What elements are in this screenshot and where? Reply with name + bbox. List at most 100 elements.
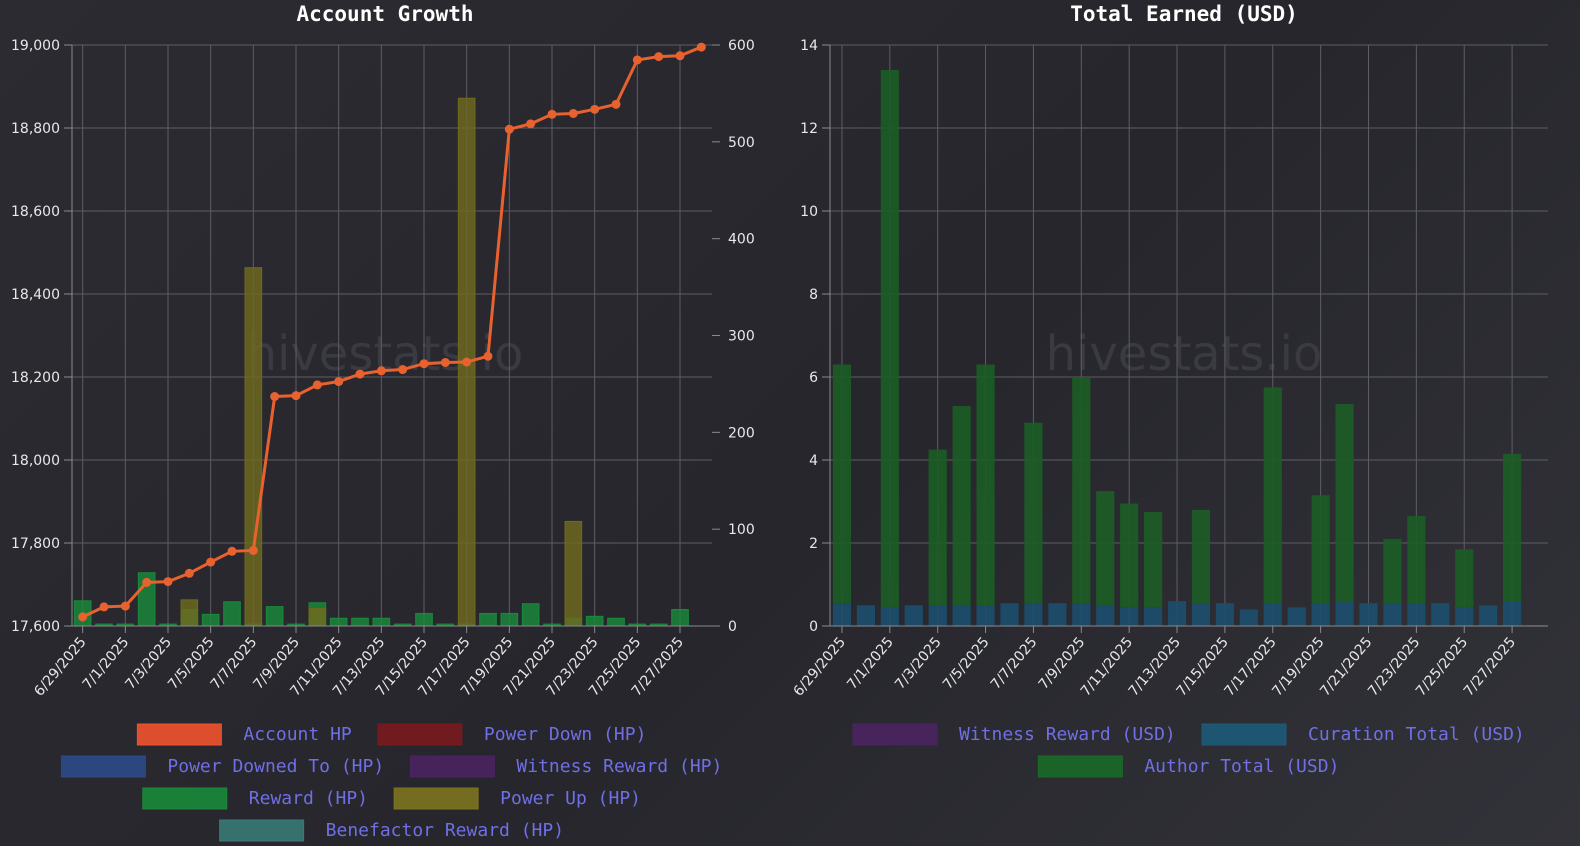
legend-label[interactable]: Power Down (HP) [484, 724, 647, 745]
dashboard-charts: Account Growth hivestats.io 17,600 17,800… [11, 2, 1548, 842]
bar-author-total-usd- [1383, 538, 1402, 604]
legend-label[interactable]: Witness Reward (USD) [959, 724, 1176, 745]
bar-author-total-usd- [1072, 377, 1091, 604]
legend-swatch [1037, 755, 1123, 778]
x-tick-label: 7/9/2025 [1036, 634, 1089, 692]
bar-curation-total-usd- [1048, 603, 1067, 626]
x-tick-label: 7/5/2025 [940, 634, 993, 692]
account-hp-point [99, 602, 109, 612]
account-hp-point [526, 119, 536, 129]
bar-curation-total-usd- [928, 605, 947, 626]
account-hp-point [120, 601, 130, 611]
bar-curation-total-usd- [1072, 603, 1091, 626]
legend-label[interactable]: Author Total (USD) [1144, 756, 1339, 777]
y-tick-label: 17,600 [11, 619, 60, 635]
legend-label[interactable]: Power Up (HP) [500, 788, 641, 809]
legend-swatch [377, 723, 463, 746]
total-earned-legend: Witness Reward (USD) Curation Total (USD)… [852, 723, 1525, 778]
account-growth-title: Account Growth [296, 2, 473, 26]
bar-reward-hp- [521, 603, 540, 627]
bar-curation-total-usd- [1167, 601, 1187, 626]
bar-power-up-hp- [308, 608, 327, 627]
y2-tick-label: 0 [728, 619, 737, 635]
account-hp-point [312, 380, 322, 390]
x-tick-label: 7/3/2025 [892, 634, 945, 692]
bar-reward-hp- [372, 617, 391, 627]
y-tick-label: 17,800 [11, 536, 60, 552]
y-tick-label: 0 [809, 619, 818, 635]
y-tick-label: 18,600 [11, 204, 60, 220]
bar-curation-total-usd- [1455, 607, 1474, 626]
bar-author-total-usd- [1191, 509, 1211, 604]
account-hp-point [376, 366, 386, 376]
y-tick-label: 4 [809, 453, 818, 469]
account-hp-point [184, 568, 194, 578]
bar-curation-total-usd- [856, 605, 875, 626]
bar-reward-hp- [351, 617, 369, 627]
total-earned-chart: Total Earned (USD) hivestats.io 0 2 4 6 8 10 1… [791, 2, 1548, 778]
legend-swatch [136, 723, 222, 746]
bar-reward-hp- [607, 617, 625, 627]
legend-label[interactable]: Benefactor Reward (HP) [326, 820, 564, 841]
bar-reward-hp- [223, 601, 241, 627]
bar-curation-total-usd- [1263, 603, 1282, 626]
bar-reward-hp- [500, 612, 519, 627]
account-hp-point [270, 392, 280, 402]
account-hp-point [632, 55, 642, 65]
legend-label[interactable]: Curation Total (USD) [1308, 724, 1525, 745]
account-hp-point [163, 577, 173, 587]
legend-label[interactable]: Reward (HP) [249, 788, 368, 809]
bar-author-total-usd- [976, 364, 995, 606]
bar-author-total-usd- [1407, 516, 1426, 604]
y-tick-label: 18,000 [11, 453, 60, 469]
bar-curation-total-usd- [1335, 601, 1354, 626]
account-hp-point [248, 545, 258, 555]
bar-curation-total-usd- [1000, 603, 1019, 626]
account-hp-point [142, 577, 152, 587]
bar-curation-total-usd- [1287, 607, 1306, 626]
account-hp-point [206, 557, 216, 567]
bar-curation-total-usd- [1503, 601, 1522, 626]
bar-reward-hp- [671, 609, 689, 627]
y2-tick-label: 100 [728, 522, 755, 538]
bar-curation-total-usd- [1383, 603, 1402, 626]
bar-curation-total-usd- [976, 605, 995, 626]
y-tick-label: 10 [800, 204, 818, 220]
account-hp-point [675, 51, 685, 61]
legend-swatch [409, 755, 495, 778]
bar-curation-total-usd- [904, 605, 923, 626]
bar-curation-total-usd- [1191, 603, 1211, 626]
bar-author-total-usd- [1503, 453, 1522, 602]
legend-label[interactable]: Account HP [243, 724, 352, 745]
watermark-right: hivestats.io [1046, 326, 1323, 382]
bar-author-total-usd- [880, 69, 899, 608]
y-tick-label: 12 [800, 121, 818, 137]
y-tick-label: 14 [800, 38, 818, 54]
y2-tick-label: 500 [728, 135, 755, 151]
bar-curation-total-usd- [880, 607, 899, 626]
bar-author-total-usd- [928, 449, 947, 606]
bar-curation-total-usd- [1359, 603, 1378, 626]
account-hp-point [291, 391, 301, 401]
account-hp-point [611, 99, 621, 109]
bar-reward-hp- [201, 613, 220, 627]
legend-swatch [393, 787, 479, 810]
bar-author-total-usd- [1144, 511, 1163, 608]
account-hp-point [483, 351, 493, 361]
legend-label[interactable]: Witness Reward (HP) [516, 756, 722, 777]
y-tick-label: 6 [809, 370, 818, 386]
legend-label[interactable]: Power Downed To (HP) [167, 756, 384, 777]
bar-author-total-usd- [1263, 387, 1282, 604]
bar-curation-total-usd- [1311, 603, 1330, 626]
bar-power-up-hp- [180, 599, 199, 627]
account-growth-chart: Account Growth hivestats.io 17,600 17,800… [11, 2, 755, 842]
y-tick-label: 19,000 [11, 38, 60, 54]
bar-curation-total-usd- [1431, 603, 1450, 626]
account-hp-point [654, 52, 664, 62]
x-tick-label: 7/7/2025 [988, 634, 1041, 692]
account-hp-point [462, 357, 472, 367]
bar-curation-total-usd- [1239, 609, 1258, 626]
account-hp-point [696, 42, 706, 52]
account-hp-point [355, 369, 365, 379]
y2-tick-label: 400 [728, 232, 755, 248]
